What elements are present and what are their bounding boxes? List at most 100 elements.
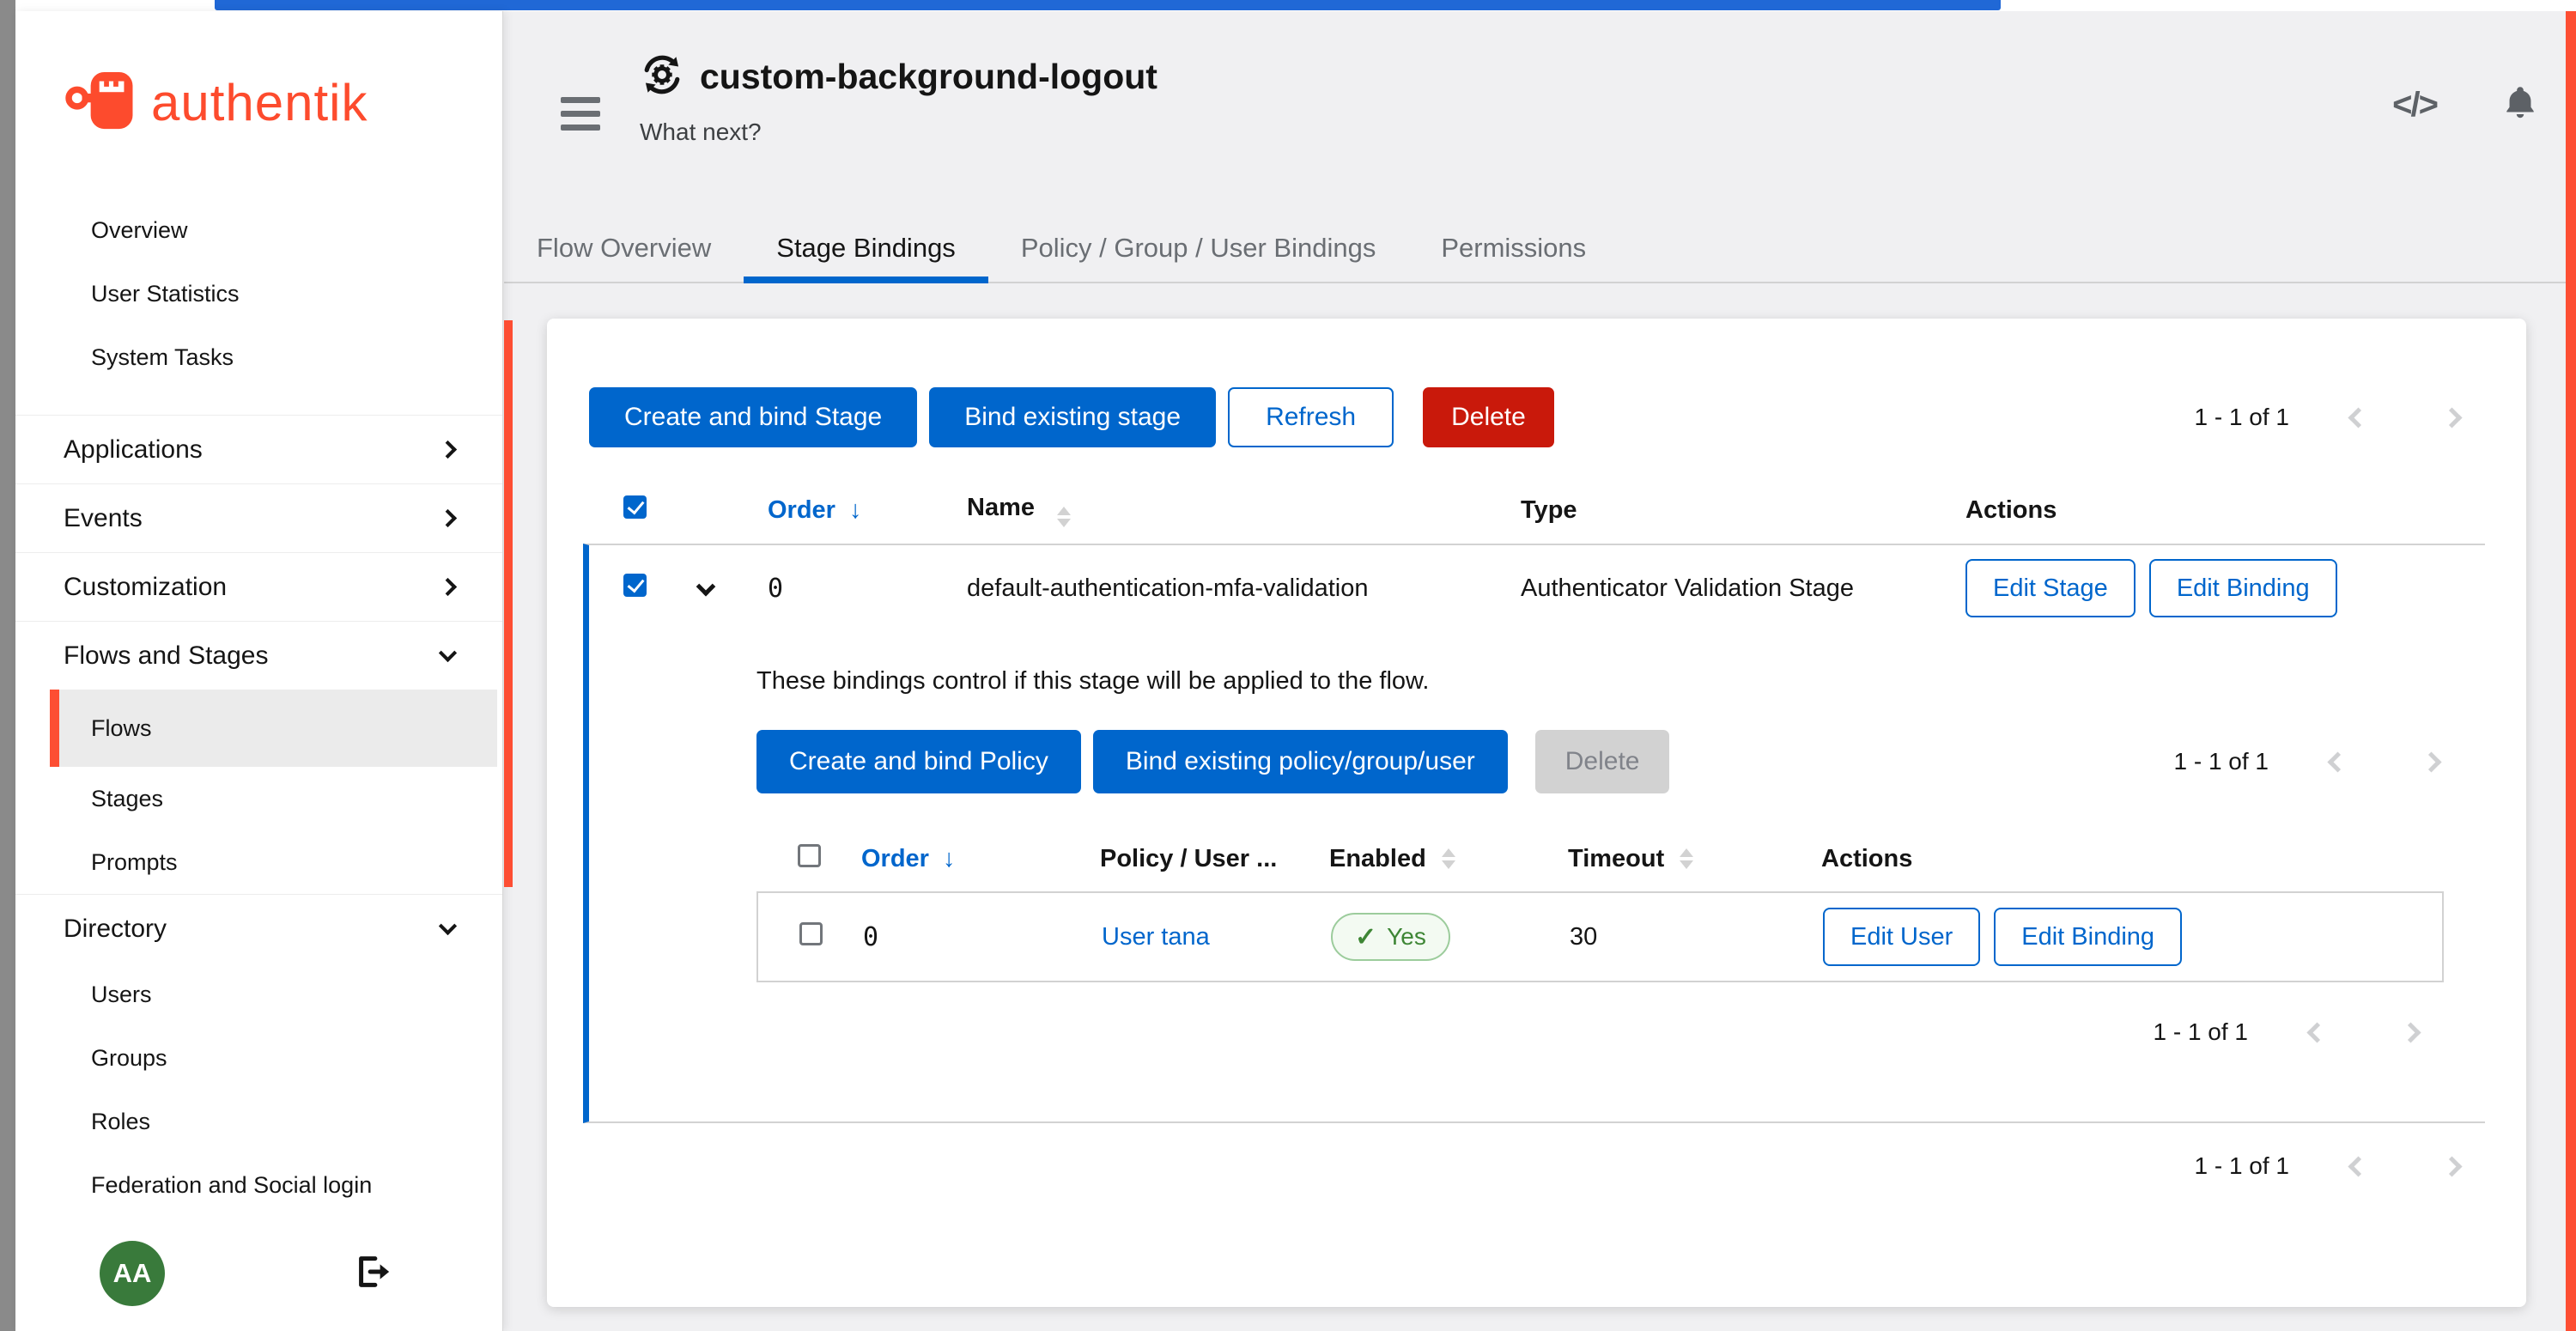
chevron-down-icon (439, 917, 457, 935)
sidebar-item-flows[interactable]: Flows (50, 690, 497, 767)
enabled-badge: ✓ Yes (1331, 913, 1450, 961)
menu-icon[interactable] (561, 97, 600, 131)
column-header-enabled[interactable]: Enabled (1302, 845, 1542, 873)
edit-binding-button[interactable]: Edit Binding (1994, 908, 2182, 966)
row-checkbox[interactable] (623, 574, 647, 597)
chevron-right-icon (439, 441, 457, 459)
section-label: Events (64, 504, 143, 533)
sidebar-scrollbar[interactable] (504, 320, 513, 887)
next-page-icon[interactable] (2400, 1022, 2421, 1042)
column-label: Enabled (1329, 845, 1426, 873)
sidebar-item-overview[interactable]: Overview (15, 198, 502, 262)
sidebar-section-applications[interactable]: Applications (15, 415, 502, 483)
check-icon: ✓ (1355, 922, 1376, 952)
enabled-label: Yes (1387, 923, 1426, 951)
next-page-icon[interactable] (2441, 407, 2462, 428)
window-left-edge (0, 0, 15, 1331)
sidebar-section-customization[interactable]: Customization (15, 552, 502, 621)
expansion-description: These bindings control if this stage wil… (756, 667, 2444, 696)
avatar[interactable]: AA (100, 1241, 165, 1306)
section-label: Customization (64, 573, 227, 602)
stage-pagination-top: 1 - 1 of 1 (2194, 404, 2485, 431)
delete-button[interactable]: Delete (1423, 387, 1554, 447)
row-expansion: These bindings control if this stage wil… (589, 667, 2485, 1121)
previous-page-icon[interactable] (2348, 1156, 2368, 1176)
tab-permissions[interactable]: Permissions (1408, 212, 1619, 283)
api-browser-icon[interactable]: </> (2392, 86, 2437, 125)
column-header-timeout[interactable]: Timeout (1542, 845, 1795, 873)
column-label: Timeout (1568, 845, 1664, 873)
content-area: Create and bind Stage Bind existing stag… (504, 283, 2566, 1331)
sidebar-section-flows-and-stages[interactable]: Flows and Stages (15, 621, 502, 690)
main-area: custom-background-logout What next? </> … (504, 11, 2566, 1331)
policy-pagination-bottom: 1 - 1 of 1 (2153, 1018, 2444, 1046)
collapse-row-icon[interactable] (696, 576, 716, 596)
next-page-icon[interactable] (2441, 1156, 2462, 1176)
expanded-row-wrap: 0 default-authentication-mfa-validation … (583, 544, 2485, 1123)
pagination-label: 1 - 1 of 1 (2173, 748, 2269, 775)
bind-existing-stage-button[interactable]: Bind existing stage (929, 387, 1216, 447)
bind-existing-policy-button[interactable]: Bind existing policy/group/user (1093, 730, 1508, 793)
sidebar-item-prompts[interactable]: Prompts (15, 830, 502, 894)
edit-user-button[interactable]: Edit User (1823, 908, 1980, 966)
tab-policy-group-user-bindings[interactable]: Policy / Group / User Bindings (988, 212, 1409, 283)
policy-binding-row: 0 User tana ✓ Yes 30 Edit User (756, 891, 2444, 982)
pagination-label: 1 - 1 of 1 (2194, 1152, 2289, 1180)
tab-flow-overview[interactable]: Flow Overview (504, 212, 744, 283)
sidebar-item-stages[interactable]: Stages (15, 767, 502, 830)
column-header-order[interactable]: Order ↓ (750, 496, 958, 525)
sidebar-section-directory[interactable]: Directory (15, 894, 502, 963)
edit-stage-button[interactable]: Edit Stage (1965, 559, 2136, 617)
column-label: Actions (1821, 845, 1912, 873)
select-all-checkbox[interactable] (798, 844, 821, 867)
type-cell: Authenticator Validation Stage (1512, 574, 1941, 603)
sort-descending-icon: ↓ (943, 845, 956, 873)
refresh-button[interactable]: Refresh (1228, 387, 1394, 447)
authentik-admin-screen: authentik Overview User Statistics Syste… (0, 0, 2576, 1331)
column-header-policy-user[interactable]: Policy / User ... (1074, 845, 1302, 873)
sidebar-item-system-tasks[interactable]: System Tasks (15, 325, 502, 389)
previous-page-icon[interactable] (2327, 751, 2348, 772)
create-and-bind-policy-button[interactable]: Create and bind Policy (756, 730, 1081, 793)
create-and-bind-stage-button[interactable]: Create and bind Stage (589, 387, 917, 447)
right-edge-accent (2566, 11, 2576, 1331)
select-all-checkbox[interactable] (623, 495, 647, 519)
previous-page-icon[interactable] (2348, 407, 2368, 428)
section-label: Directory (64, 915, 167, 944)
pagination-label: 1 - 1 of 1 (2194, 404, 2289, 431)
chevron-down-icon (439, 644, 457, 662)
chevron-right-icon (439, 509, 457, 527)
section-label: Applications (64, 435, 203, 465)
sidebar-user-row: AA (15, 1228, 502, 1331)
tabbar: Flow Overview Stage Bindings Policy / Gr… (504, 212, 2566, 283)
policy-table-header: Order ↓ Policy / User ... Enabled (756, 826, 2444, 891)
stage-table-header: Order ↓ Name Type Actions (589, 477, 2485, 544)
column-header-order[interactable]: Order ↓ (834, 845, 1074, 873)
column-header-actions: Actions (1941, 496, 2485, 525)
stage-binding-row: 0 default-authentication-mfa-validation … (589, 545, 2485, 631)
chevron-right-icon (439, 578, 457, 596)
sidebar-item-groups[interactable]: Groups (15, 1026, 502, 1090)
next-page-icon[interactable] (2421, 751, 2441, 772)
delete-policy-button[interactable]: Delete (1535, 730, 1670, 793)
flow-icon (640, 52, 684, 101)
row-checkbox[interactable] (799, 922, 823, 945)
column-header-name[interactable]: Name (958, 494, 1512, 527)
sidebar-section-events[interactable]: Events (15, 483, 502, 552)
sidebar-item-users[interactable]: Users (15, 963, 502, 1026)
logout-icon[interactable] (353, 1252, 392, 1296)
policy-user-link[interactable]: User tana (1102, 923, 1210, 951)
stage-toolbar: Create and bind Stage Bind existing stag… (589, 387, 2485, 447)
sidebar-item-user-statistics[interactable]: User Statistics (15, 262, 502, 325)
stage-pagination-bottom: 1 - 1 of 1 (2194, 1152, 2485, 1180)
authentik-logo[interactable]: authentik (15, 11, 502, 193)
bell-icon[interactable] (2500, 83, 2540, 127)
edit-binding-button[interactable]: Edit Binding (2149, 559, 2337, 617)
column-label: Name (967, 494, 1035, 521)
previous-page-icon[interactable] (2306, 1022, 2327, 1042)
sidebar-item-federation-and-social-login[interactable]: Federation and Social login (15, 1153, 502, 1217)
header-icons: </> (2392, 83, 2540, 127)
sidebar-item-roles[interactable]: Roles (15, 1090, 502, 1153)
authentik-logo-icon (64, 61, 143, 144)
tab-stage-bindings[interactable]: Stage Bindings (744, 212, 988, 283)
